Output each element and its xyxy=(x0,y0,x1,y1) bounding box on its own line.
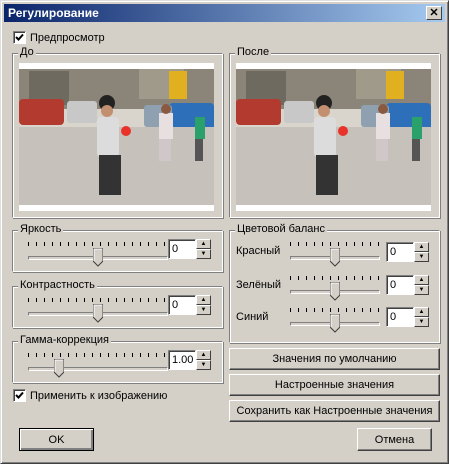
brightness-slider[interactable] xyxy=(28,242,168,272)
spin-down-button[interactable]: ▼ xyxy=(414,285,429,295)
slider-thumb[interactable] xyxy=(330,314,340,333)
close-button[interactable]: ✕ xyxy=(426,6,442,20)
red-label: Красный xyxy=(236,245,281,257)
slider-thumb[interactable] xyxy=(93,248,103,267)
slider-ticks xyxy=(28,298,168,302)
contrast-value-field[interactable]: 0 xyxy=(168,295,196,315)
spin-down-button[interactable]: ▼ xyxy=(196,360,211,370)
slider-thumb[interactable] xyxy=(93,304,103,323)
defaults-button[interactable]: Значения по умолчанию xyxy=(229,348,440,370)
slider-track xyxy=(28,367,168,371)
red-spinbox[interactable]: 0 ▲ ▼ xyxy=(386,242,429,262)
red-value-field[interactable]: 0 xyxy=(386,242,414,262)
slider-ticks xyxy=(28,353,168,357)
arrow-up-icon: ▲ xyxy=(200,241,207,247)
arrow-up-icon: ▲ xyxy=(418,277,425,283)
brightness-value-field[interactable]: 0 xyxy=(168,239,196,259)
contrast-slider[interactable] xyxy=(28,298,168,328)
spin-up-button[interactable]: ▲ xyxy=(196,350,211,360)
check-icon xyxy=(15,33,24,41)
arrow-up-icon: ▲ xyxy=(418,309,425,315)
green-spinbox[interactable]: 0 ▲ ▼ xyxy=(386,275,429,295)
custom-values-button[interactable]: Настроенные значения xyxy=(229,374,440,396)
slider-thumb[interactable] xyxy=(330,282,340,301)
cancel-button[interactable]: Отмена xyxy=(357,428,432,451)
brightness-spinbox[interactable]: 0 ▲ ▼ xyxy=(168,239,211,259)
slider-ticks xyxy=(290,242,380,246)
arrow-up-icon: ▲ xyxy=(200,297,207,303)
spin-up-button[interactable]: ▲ xyxy=(196,295,211,305)
green-slider[interactable] xyxy=(290,276,380,306)
arrow-down-icon: ▼ xyxy=(200,307,207,313)
spin-up-button[interactable]: ▲ xyxy=(196,239,211,249)
green-label: Зелёный xyxy=(236,279,282,291)
spin-down-button[interactable]: ▼ xyxy=(196,305,211,315)
brightness-group: Яркость 0 ▲ ▼ xyxy=(12,223,223,272)
slider-ticks xyxy=(290,276,380,280)
title-bar[interactable]: Регулирование ✕ xyxy=(4,4,445,22)
slider-ticks xyxy=(290,308,380,312)
after-label: После xyxy=(235,46,272,58)
red-slider[interactable] xyxy=(290,242,380,272)
spin-down-button[interactable]: ▼ xyxy=(414,252,429,262)
slider-ticks xyxy=(28,242,168,246)
gamma-label: Гамма-коррекция xyxy=(18,334,111,346)
contrast-spinbox[interactable]: 0 ▲ ▼ xyxy=(168,295,211,315)
apply-label: Применить к изображению xyxy=(30,389,168,402)
preview-label: Предпросмотр xyxy=(30,31,105,44)
preview-checkbox[interactable] xyxy=(13,31,26,44)
spin-up-button[interactable]: ▲ xyxy=(414,307,429,317)
blue-value-field[interactable]: 0 xyxy=(386,307,414,327)
before-group: До xyxy=(12,46,223,218)
blue-spinbox[interactable]: 0 ▲ ▼ xyxy=(386,307,429,327)
blue-label: Синий xyxy=(236,311,269,323)
color-balance-label: Цветовой баланс xyxy=(235,223,327,235)
gamma-slider[interactable] xyxy=(28,353,168,383)
apply-checkbox[interactable] xyxy=(13,389,26,402)
arrow-up-icon: ▲ xyxy=(418,244,425,250)
contrast-label: Контрастность xyxy=(18,279,97,291)
slider-thumb[interactable] xyxy=(330,248,340,267)
apply-checkbox-row[interactable]: Применить к изображению xyxy=(13,389,167,402)
street-photo xyxy=(19,69,214,205)
arrow-down-icon: ▼ xyxy=(200,251,207,257)
spin-down-button[interactable]: ▼ xyxy=(414,317,429,327)
blue-slider[interactable] xyxy=(290,308,380,338)
spin-down-button[interactable]: ▼ xyxy=(196,249,211,259)
before-image xyxy=(19,63,214,211)
close-icon: ✕ xyxy=(429,6,439,19)
preview-checkbox-row[interactable]: Предпросмотр xyxy=(13,31,105,44)
after-group: После xyxy=(229,46,440,218)
check-icon xyxy=(15,391,24,399)
before-label: До xyxy=(18,46,36,58)
save-custom-button[interactable]: Сохранить как Настроенные значения xyxy=(229,400,440,422)
gamma-value-field[interactable]: 1.00 xyxy=(168,350,196,370)
brightness-label: Яркость xyxy=(18,223,64,235)
ok-button[interactable]: OK xyxy=(19,428,94,451)
spin-up-button[interactable]: ▲ xyxy=(414,275,429,285)
slider-thumb[interactable] xyxy=(54,359,64,378)
arrow-down-icon: ▼ xyxy=(418,254,425,260)
arrow-down-icon: ▼ xyxy=(418,319,425,325)
arrow-up-icon: ▲ xyxy=(200,352,207,358)
arrow-down-icon: ▼ xyxy=(200,362,207,368)
spin-up-button[interactable]: ▲ xyxy=(414,242,429,252)
contrast-group: Контрастность 0 ▲ ▼ xyxy=(12,279,223,328)
color-balance-group: Цветовой баланс Красный 0 ▲ ▼ Зелёный 0 … xyxy=(229,223,440,343)
after-image xyxy=(236,63,431,211)
green-value-field[interactable]: 0 xyxy=(386,275,414,295)
gamma-spinbox[interactable]: 1.00 ▲ ▼ xyxy=(168,350,211,370)
arrow-down-icon: ▼ xyxy=(418,287,425,293)
gamma-group: Гамма-коррекция 1.00 ▲ ▼ xyxy=(12,334,223,383)
adjust-dialog: Регулирование ✕ Предпросмотр До После Яр… xyxy=(0,0,449,464)
street-photo xyxy=(236,69,431,205)
window-title: Регулирование xyxy=(8,6,99,20)
